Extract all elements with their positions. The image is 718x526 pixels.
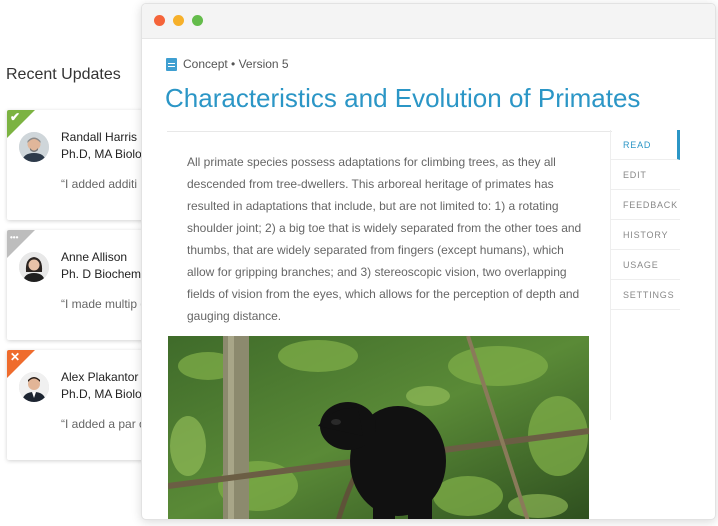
document-icon [166, 57, 177, 71]
avatar [19, 252, 49, 282]
maximize-window-button[interactable] [192, 15, 203, 26]
close-icon: ✕ [10, 350, 21, 364]
title-bar [142, 4, 715, 39]
concept-body-text: All primate species possess adaptations … [187, 155, 582, 323]
update-card[interactable]: ✕ Alex Plakantor Ph.D, MA Biolo “I added… [7, 350, 157, 460]
check-icon: ✔ [10, 110, 21, 124]
side-divider [610, 310, 611, 420]
update-author-credentials: Ph.D, MA Biolo [61, 147, 142, 161]
tab-history[interactable]: HISTORY [610, 220, 680, 250]
tab-edit[interactable]: EDIT [610, 160, 680, 190]
update-author-credentials: Ph. D Biochem [61, 267, 142, 281]
side-tabs: READ EDIT FEEDBACK HISTORY USAGE SETTING… [610, 130, 680, 310]
update-author-credentials: Ph.D, MA Biolo [61, 387, 142, 401]
recent-updates-title: Recent Updates [6, 66, 121, 83]
avatar [19, 132, 49, 162]
update-card[interactable]: ••• Anne Allison Ph. D Biochem “I made m… [7, 230, 157, 340]
update-author-name: Alex Plakantor [61, 370, 139, 384]
more-icon: ••• [10, 233, 19, 242]
breadcrumb: Concept • Version 5 [166, 57, 289, 71]
tab-settings[interactable]: SETTINGS [610, 280, 680, 310]
primate-photo [168, 336, 589, 519]
app-window: Concept • Version 5 Characteristics and … [141, 3, 716, 520]
update-card[interactable]: ✔ Randall Harris Ph.D, MA Biolo “I added… [7, 110, 157, 220]
page-title: Characteristics and Evolution of Primate… [165, 83, 641, 113]
divider [167, 131, 612, 132]
tab-feedback[interactable]: FEEDBACK [610, 190, 680, 220]
tab-usage[interactable]: USAGE [610, 250, 680, 280]
update-author-name: Randall Harris [61, 130, 138, 144]
breadcrumb-text: Concept • Version 5 [183, 57, 289, 71]
minimize-window-button[interactable] [173, 15, 184, 26]
update-author-name: Anne Allison [61, 250, 128, 264]
tab-read[interactable]: READ [610, 130, 680, 160]
close-window-button[interactable] [154, 15, 165, 26]
avatar [19, 372, 49, 402]
